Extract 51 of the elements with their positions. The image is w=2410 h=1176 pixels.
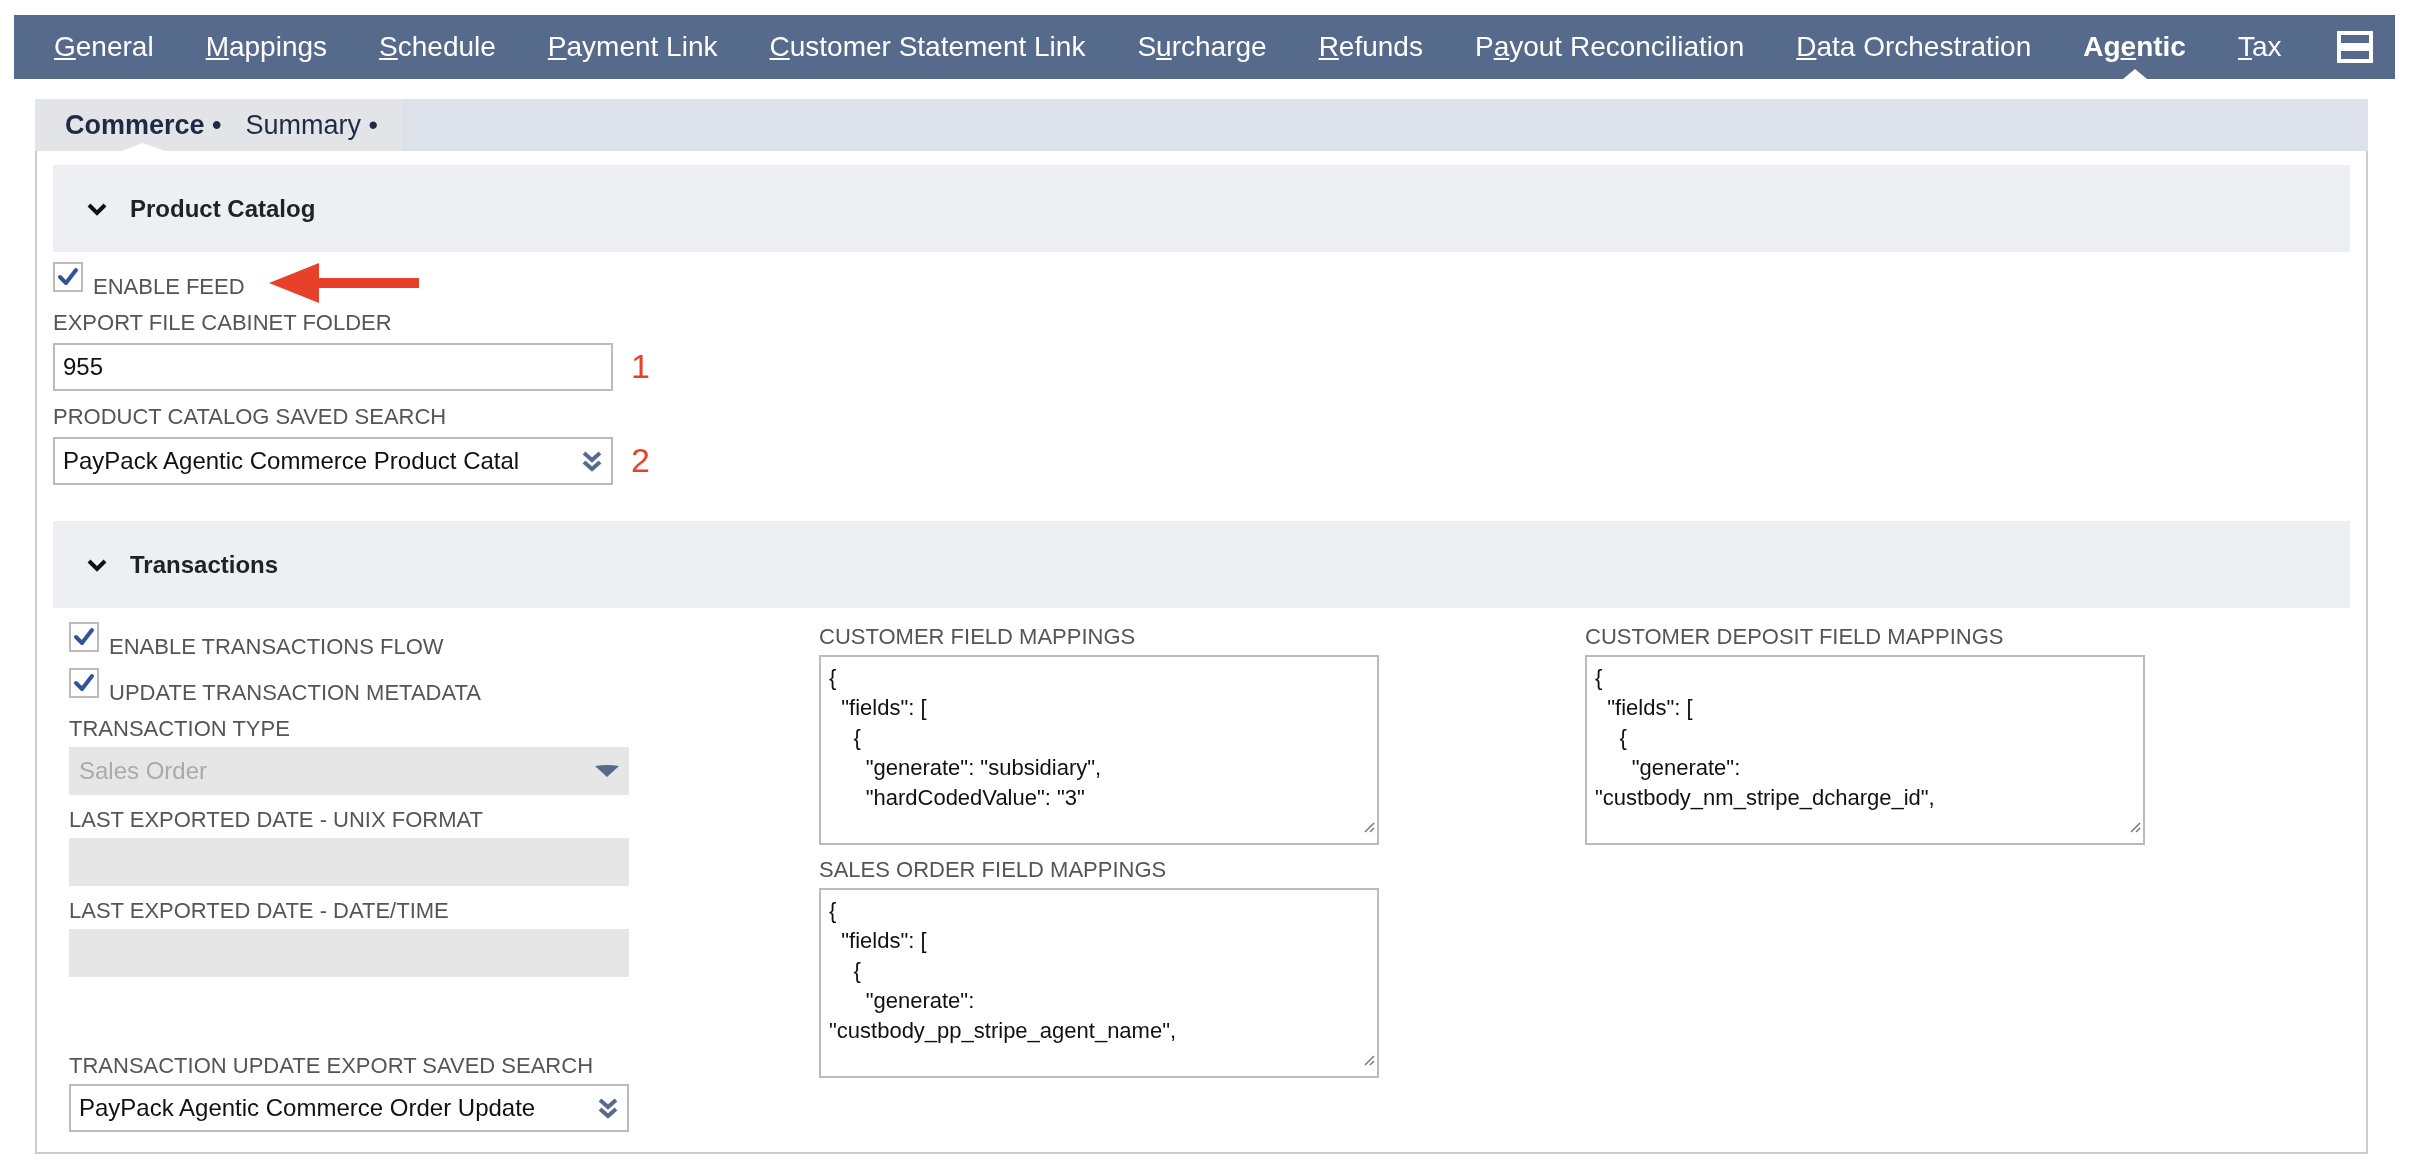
nav-tab[interactable]: Agentic [2057, 15, 2212, 79]
nav-tab[interactable]: Customer Statement Link [743, 15, 1112, 79]
annotation-number: 1 [631, 346, 650, 387]
checkbox-label: UPDATE TRANSACTION METADATA [109, 679, 481, 707]
subtab[interactable]: Commerce • [53, 99, 234, 151]
checkmark-icon [73, 627, 95, 647]
resize-grip-icon[interactable] [2129, 821, 2141, 834]
section-title: Product Catalog [130, 193, 316, 224]
nav-tab[interactable]: Refunds [1292, 15, 1449, 79]
json-textarea[interactable]: { "fields": [ { "generate": "subsidiary", "hardCodedValue": "3" [819, 655, 1379, 845]
field-label: CUSTOMER FIELD MAPPINGS [819, 623, 1137, 651]
json-textarea[interactable]: { "fields": [ { "generate": "custbody_pp_stripe_agent_name", [819, 888, 1379, 1078]
resize-grip-icon[interactable] [1363, 821, 1375, 834]
double-chevron-icon[interactable] [581, 449, 603, 472]
field-label: TRANSACTION TYPE [69, 715, 291, 743]
popup-select[interactable]: PayPack Agentic Commerce Product Catal [53, 436, 613, 485]
checkbox-label: ENABLE FEED [93, 273, 245, 301]
field-label: SALES ORDER FIELD MAPPINGS [819, 856, 1168, 884]
text-field[interactable]: 955 [53, 342, 613, 391]
field-label: TRANSACTION UPDATE EXPORT SAVED SEARCH [69, 1052, 595, 1080]
resize-grip-icon[interactable] [1363, 1054, 1375, 1067]
field-label: LAST EXPORTED DATE - DATE/TIME [69, 897, 450, 925]
nav-tab[interactable]: General [40, 15, 180, 79]
nav-tab[interactable]: Data Orchestration [1770, 15, 2058, 79]
subtab[interactable]: Summary • [233, 99, 390, 151]
checkbox-label: ENABLE TRANSACTIONS FLOW [109, 633, 444, 661]
chevron-icon [86, 201, 108, 216]
checkbox[interactable] [53, 262, 83, 292]
checkmark-icon [73, 673, 95, 693]
section-header[interactable]: Product Catalog [53, 165, 2350, 252]
nav-tab[interactable]: Payout Reconciliation [1448, 15, 1771, 79]
menu-icon[interactable] [2337, 31, 2373, 63]
checkbox[interactable] [69, 668, 99, 698]
section-header[interactable]: Transactions [53, 521, 2350, 608]
nav-tab[interactable]: Mappings [179, 15, 354, 79]
chevron-icon [86, 557, 108, 572]
field-label: EXPORT FILE CABINET FOLDER [53, 309, 393, 337]
nav-tab[interactable]: Schedule [353, 15, 522, 79]
nav-tab[interactable]: Surcharge [1111, 15, 1293, 79]
popup-select[interactable]: PayPack Agentic Commerce Order Update [69, 1084, 629, 1132]
nav-tab[interactable]: Tax [2211, 15, 2308, 79]
json-textarea[interactable]: { "fields": [ { "generate": "custbody_nm_stripe_dcharge_id", [1585, 655, 2145, 845]
double-chevron-icon[interactable] [597, 1097, 619, 1119]
field-label: PRODUCT CATALOG SAVED SEARCH [53, 403, 448, 431]
section-title: Transactions [130, 549, 279, 580]
field-label: CUSTOMER DEPOSIT FIELD MAPPINGS [1585, 623, 2005, 651]
field-label: LAST EXPORTED DATE - UNIX FORMAT [69, 806, 484, 834]
annotation-number: 2 [631, 440, 650, 481]
checkmark-icon [57, 267, 79, 287]
checkbox[interactable] [69, 622, 99, 652]
nav-tab[interactable]: Payment Link [521, 15, 744, 79]
